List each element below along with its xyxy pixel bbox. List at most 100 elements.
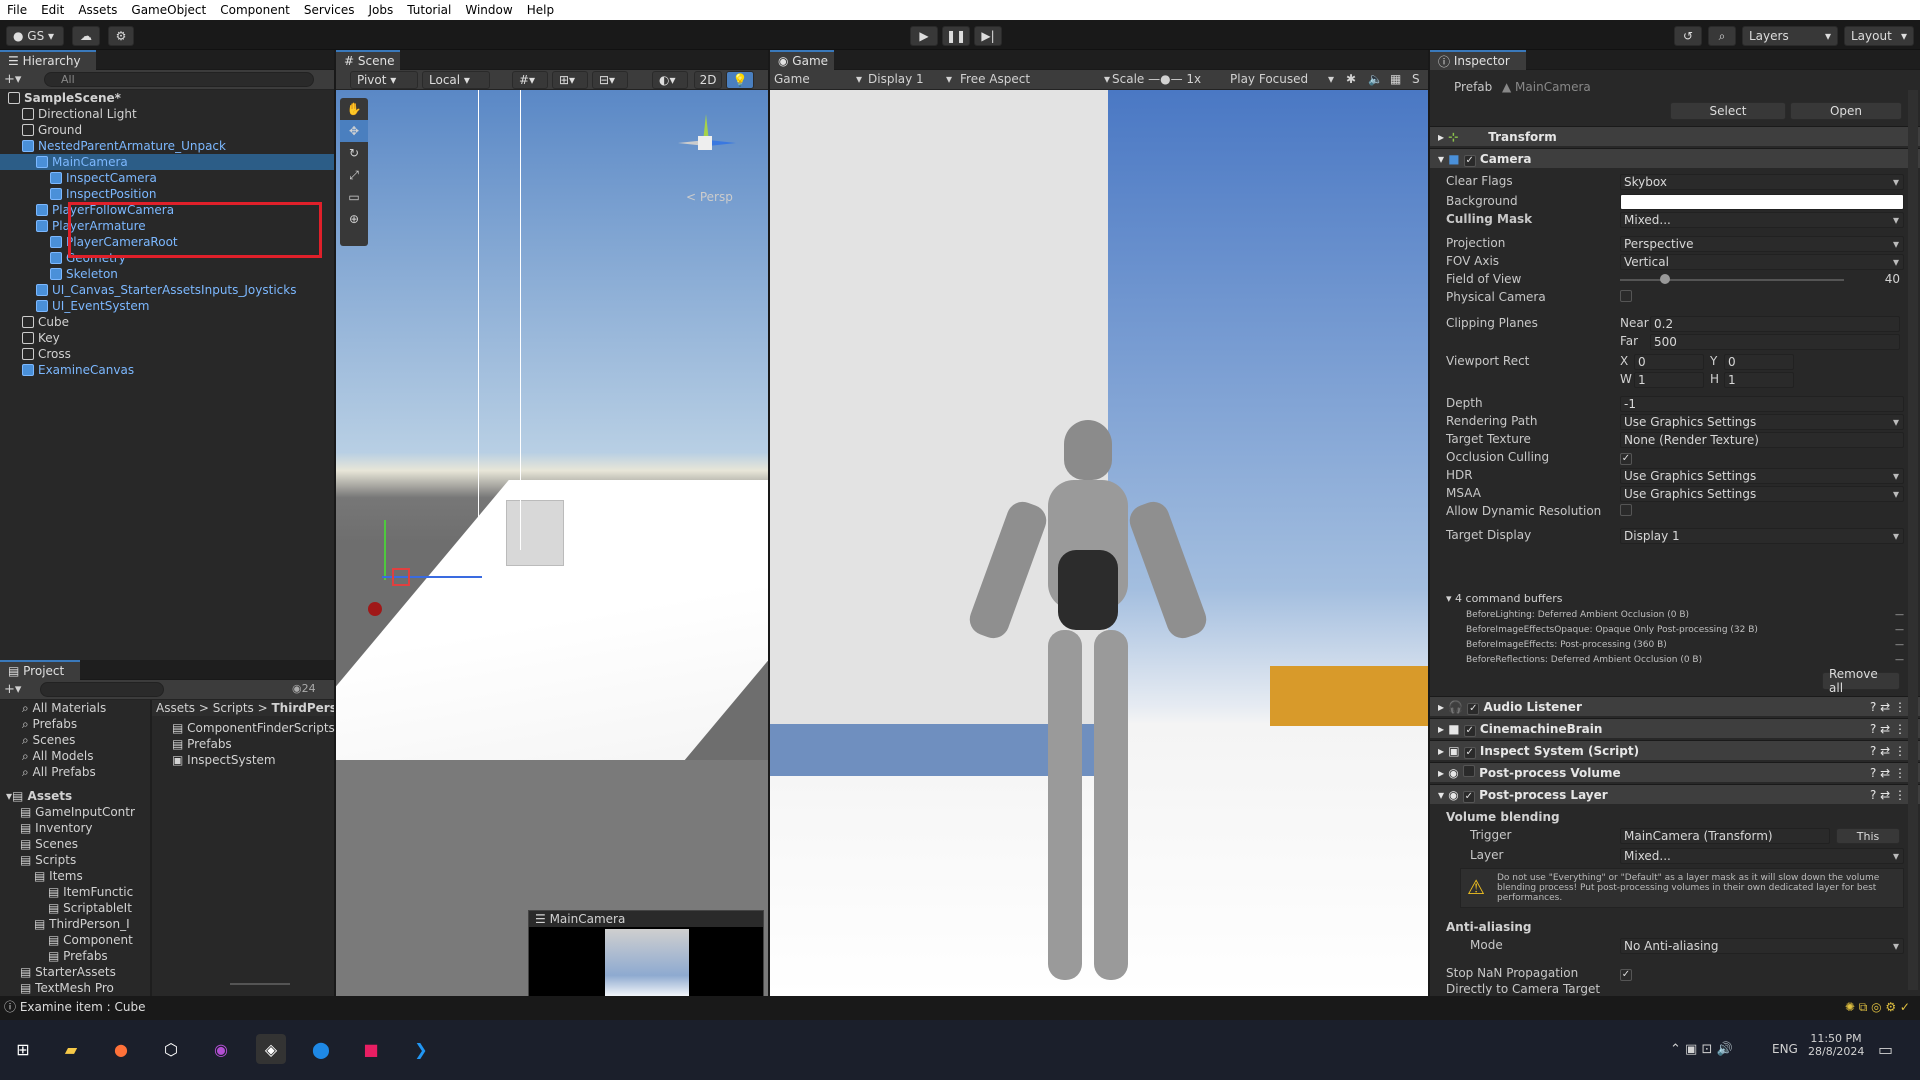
- 2d-toggle[interactable]: 2D: [694, 71, 722, 89]
- unity-editor-icon[interactable]: ◈: [256, 1034, 286, 1064]
- y-axis-handle[interactable]: [384, 520, 386, 580]
- camera-header[interactable]: ▾ ■ ✓ Camera: [1430, 148, 1920, 168]
- w-field[interactable]: 1: [1634, 372, 1704, 388]
- component-enabled-checkbox[interactable]: ✓: [1463, 747, 1476, 759]
- bug-icon[interactable]: ✱: [1346, 72, 1356, 86]
- component-menu-icons[interactable]: ? ⇄ ⋮: [1870, 719, 1906, 739]
- hierarchy-item[interactable]: InspectPosition: [50, 186, 156, 202]
- add-button[interactable]: +▾: [4, 72, 24, 87]
- aa-mode-dropdown[interactable]: No Anti-aliasing: [1620, 938, 1904, 954]
- hierarchy-item[interactable]: InspectCamera: [50, 170, 157, 186]
- camera-prop-value[interactable]: Use Graphics Settings: [1620, 414, 1904, 430]
- remove-icon[interactable]: —: [1895, 638, 1904, 653]
- orientation-gizmo[interactable]: [666, 106, 746, 186]
- hierarchy-item[interactable]: UI_EventSystem: [36, 298, 149, 314]
- trigger-field[interactable]: MainCamera (Transform): [1620, 828, 1830, 844]
- component-enabled-checkbox[interactable]: ✓: [1467, 703, 1480, 715]
- folder-item[interactable]: ▤ Prefabs: [48, 948, 108, 964]
- checkbox[interactable]: [1620, 504, 1632, 516]
- cloud-icon[interactable]: ☁: [72, 26, 100, 46]
- move-tool-icon[interactable]: ✥: [340, 120, 368, 142]
- component-enabled-checkbox[interactable]: ✓: [1462, 791, 1475, 803]
- checkbox[interactable]: [1620, 290, 1632, 302]
- folder-item[interactable]: ▤ Component: [48, 932, 133, 948]
- game-controller-icon[interactable]: ◉: [206, 1034, 236, 1064]
- checkbox[interactable]: ✓: [1620, 453, 1632, 465]
- folder-item[interactable]: ▤ Items: [34, 868, 83, 884]
- favorite-item[interactable]: ⌕ All Materials: [22, 700, 106, 716]
- project-search-input[interactable]: [40, 682, 164, 697]
- account-button[interactable]: ● GS ▾: [6, 26, 64, 46]
- remove-icon[interactable]: —: [1895, 653, 1904, 668]
- folder-item[interactable]: ▤ ScriptableIt: [48, 900, 132, 916]
- persp-label[interactable]: < Persp: [686, 190, 733, 204]
- language-indicator[interactable]: ENG: [1772, 1042, 1798, 1056]
- folder-item[interactable]: ▤ ThirdPerson_I: [34, 916, 130, 932]
- hierarchy-item[interactable]: Ground: [22, 122, 82, 138]
- tab-hierarchy[interactable]: ☰ Hierarchy: [0, 50, 96, 70]
- camera-prop-value[interactable]: Mixed...: [1620, 212, 1904, 228]
- lighting-icon[interactable]: 💡: [726, 71, 754, 89]
- remove-all-button[interactable]: Remove all: [1822, 667, 1900, 695]
- component-menu-icons[interactable]: ? ⇄ ⋮: [1870, 763, 1906, 783]
- vscode-icon[interactable]: ❯: [406, 1034, 436, 1064]
- step-button[interactable]: ▶|: [974, 26, 1002, 46]
- hierarchy-item[interactable]: SampleScene*: [8, 90, 121, 106]
- layers-dropdown[interactable]: Layers ▾: [1742, 26, 1838, 46]
- mute-icon[interactable]: 🔈: [1368, 72, 1383, 86]
- transform-header[interactable]: ▸ ⊹ Transform: [1430, 126, 1920, 146]
- near-field[interactable]: 0.2: [1650, 316, 1900, 332]
- windows-start-icon[interactable]: ⊞: [8, 1034, 38, 1064]
- history-icon[interactable]: ↺: [1674, 26, 1702, 46]
- command-buffers-foldout[interactable]: ▾ 4 command buffers: [1446, 592, 1562, 605]
- tray-icons[interactable]: ⌃ ▣ ⊡ 🔊: [1670, 1042, 1733, 1057]
- menu-item-component[interactable]: Component: [213, 3, 297, 17]
- display-dropdown[interactable]: Display 1 ▾: [868, 72, 952, 86]
- breadcrumb-scripts[interactable]: Scripts: [213, 701, 254, 715]
- tab-inspector[interactable]: ⓘ Inspector: [1430, 50, 1526, 70]
- hand-tool-icon[interactable]: ✋: [340, 98, 368, 120]
- play-focused-dropdown[interactable]: Play Focused ▾: [1230, 72, 1334, 86]
- menu-item-window[interactable]: Window: [458, 3, 519, 17]
- component-menu-icons[interactable]: ? ⇄ ⋮: [1870, 785, 1906, 805]
- assets-root[interactable]: ▾▤ Assets: [6, 788, 72, 804]
- key-object[interactable]: [368, 602, 382, 616]
- file-item[interactable]: ▣ InspectSystem: [172, 752, 276, 768]
- favorite-item[interactable]: ⌕ Prefabs: [22, 716, 77, 732]
- menu-item-tutorial[interactable]: Tutorial: [400, 3, 458, 17]
- search-icon[interactable]: ⌕: [1708, 26, 1736, 46]
- camera-enabled-checkbox[interactable]: ✓: [1463, 155, 1476, 167]
- pivot-dropdown[interactable]: Pivot ▾: [350, 71, 418, 89]
- favorite-item[interactable]: ⌕ Scenes: [22, 732, 75, 748]
- menu-item-file[interactable]: File: [0, 3, 34, 17]
- hierarchy-item[interactable]: Skeleton: [50, 266, 118, 282]
- collab-icon[interactable]: ⚙: [108, 26, 134, 46]
- folder-item[interactable]: ▤ Scenes: [20, 836, 78, 852]
- create-button[interactable]: +▾: [4, 682, 21, 697]
- hierarchy-item[interactable]: Key: [22, 330, 60, 346]
- menu-item-services[interactable]: Services: [297, 3, 362, 17]
- local-dropdown[interactable]: Local ▾: [422, 71, 490, 89]
- scale-tool-icon[interactable]: ⤢: [340, 164, 368, 186]
- folder-item[interactable]: ▤ StarterAssets: [20, 964, 116, 980]
- firefox-icon[interactable]: ●: [106, 1034, 136, 1064]
- file-item[interactable]: ▤ ComponentFinderScripts: [172, 720, 335, 736]
- hierarchy-item[interactable]: Directional Light: [22, 106, 137, 122]
- favorite-item[interactable]: ⌕ All Models: [22, 748, 94, 764]
- breadcrumb-assets[interactable]: Assets: [156, 701, 195, 715]
- play-button[interactable]: ▶: [910, 26, 938, 46]
- background-color-field[interactable]: [1620, 194, 1904, 210]
- snap-icon[interactable]: ⊞▾: [552, 71, 588, 89]
- rider-icon[interactable]: ■: [356, 1034, 386, 1064]
- hierarchy-item[interactable]: NestedParentArmature_Unpack: [22, 138, 226, 154]
- camera-prop-value[interactable]: Skybox: [1620, 174, 1904, 190]
- hierarchy-item[interactable]: Cross: [22, 346, 71, 362]
- grid-icon[interactable]: #▾: [512, 71, 548, 89]
- shading-icon[interactable]: ◐▾: [652, 71, 688, 89]
- hierarchy-item[interactable]: UI_Canvas_StarterAssetsInputs_Joysticks: [36, 282, 296, 298]
- tab-project[interactable]: ▤ Project: [0, 660, 80, 680]
- camera-prop-value[interactable]: Vertical: [1620, 254, 1904, 270]
- remove-icon[interactable]: —: [1895, 608, 1904, 623]
- component-enabled-checkbox[interactable]: [1462, 765, 1475, 777]
- this-button[interactable]: This: [1836, 828, 1900, 844]
